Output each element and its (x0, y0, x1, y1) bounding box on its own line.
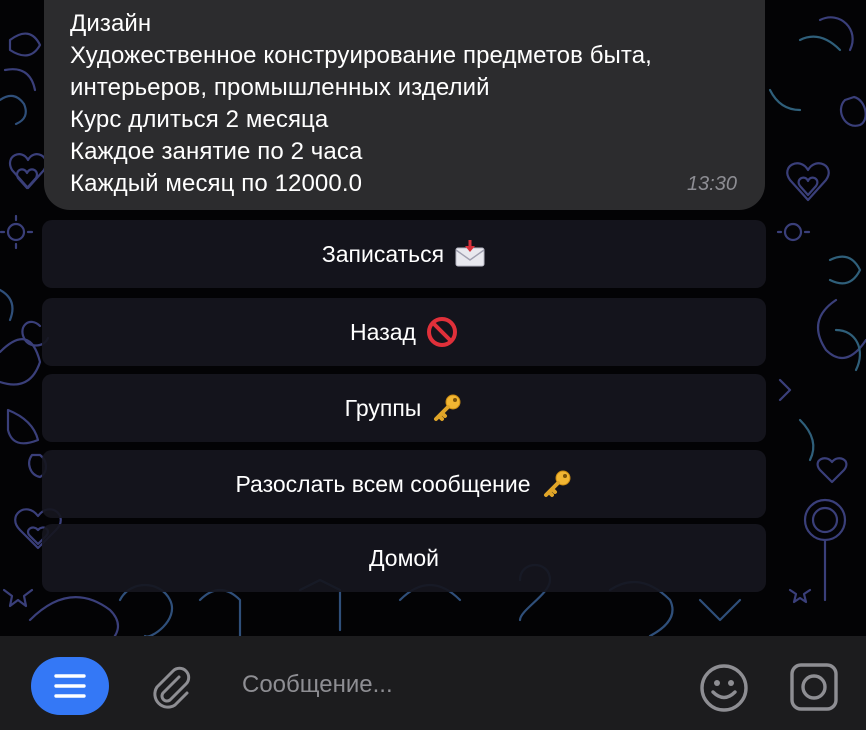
paperclip-icon[interactable] (148, 664, 194, 710)
home-button-label: Домой (368, 544, 440, 571)
bot-menu-button[interactable] (31, 657, 109, 715)
message-bubble: Дизайн Художественное конструирование пр… (44, 0, 765, 210)
message-line: Каждое занятие по 2 часа (70, 138, 363, 165)
chat-area: Дизайн Художественное конструирование пр… (0, 0, 866, 636)
groups-button[interactable]: Группы (42, 374, 766, 442)
signup-button[interactable]: Записаться (42, 220, 766, 288)
back-button-label: Назад (350, 318, 416, 345)
camera-icon[interactable] (789, 662, 839, 712)
broadcast-message-button-label: Разослать всем сообщение (235, 470, 531, 497)
key-icon (541, 468, 573, 500)
back-button[interactable]: Назад (42, 298, 766, 366)
groups-button-label: Группы (344, 394, 422, 421)
message-timestamp: 13:30 (686, 173, 737, 195)
message-line: интерьеров, промышленных изделий (70, 74, 490, 101)
prohibited-icon (426, 316, 458, 348)
key-icon (431, 392, 463, 424)
message-line: Дизайн (70, 10, 152, 37)
message-line: Художественное конструирование предметов… (70, 42, 652, 69)
broadcast-message-button[interactable]: Разослать всем сообщение (42, 450, 766, 518)
home-button[interactable]: Домой (42, 524, 766, 592)
message-composer (0, 636, 866, 730)
signup-button-label: Записаться (321, 240, 445, 267)
menu-icon (54, 674, 86, 698)
incoming-envelope-icon (454, 238, 486, 270)
smiley-icon[interactable] (698, 662, 750, 714)
message-input[interactable] (230, 662, 694, 708)
message-line: Каждый месяц по 12000.0 (70, 170, 363, 197)
message-line: Курс длиться 2 месяца (70, 106, 329, 133)
